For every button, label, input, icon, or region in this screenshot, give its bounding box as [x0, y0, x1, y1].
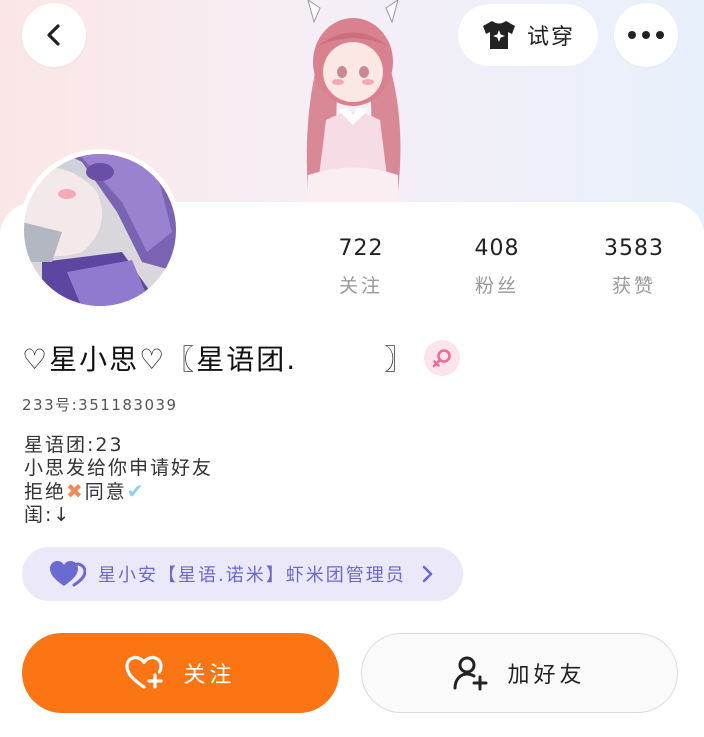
bio-line: 星语团:23: [24, 434, 124, 456]
chevron-left-icon: [47, 24, 60, 46]
female-symbol-icon: [433, 349, 452, 368]
profile-name-row: ♡星小思♡〖星语团. 〗: [22, 336, 461, 380]
check-mark-icon: ✔: [126, 479, 146, 503]
stat-following[interactable]: 722 关注: [306, 236, 416, 298]
gender-badge: [424, 340, 461, 376]
club-badge[interactable]: 星小安【星语.诺米】虾米团管理员: [22, 547, 463, 601]
follow-label: 关注: [183, 663, 236, 688]
stat-likes[interactable]: 3583 获赞: [579, 236, 689, 298]
bio-line: 小思发给你申请好友: [24, 457, 214, 479]
tshirt-sparkle-icon: [482, 21, 515, 49]
bio-reject-text: 拒绝: [24, 481, 67, 503]
bio: 星语团:23 小思发给你申请好友 拒绝✖同意✔ 闺:↓: [24, 434, 213, 527]
try-on-label: 试穿: [526, 25, 575, 50]
add-friend-button[interactable]: 加好友: [361, 633, 678, 713]
stat-likes-count: 3583: [604, 236, 664, 261]
heart-plus-icon: [125, 655, 164, 689]
stat-following-count: 722: [338, 236, 384, 261]
avatar[interactable]: [22, 152, 178, 308]
double-heart-icon: [50, 561, 86, 587]
follow-button[interactable]: 关注: [22, 633, 339, 713]
bio-accept-text: 同意: [84, 481, 127, 503]
more-dots-icon: [628, 31, 664, 39]
add-friend-label: 加好友: [507, 663, 586, 688]
back-button[interactable]: [22, 3, 86, 67]
bio-line: 拒绝✖同意✔: [24, 480, 213, 504]
try-on-button[interactable]: 试穿: [458, 4, 598, 66]
stat-fans-label: 粉丝: [474, 275, 519, 297]
user-id: 233号:351183039: [22, 396, 178, 414]
chevron-right-icon: [422, 565, 433, 583]
profile-name: ♡星小思♡〖星语团. 〗: [22, 343, 415, 376]
user-plus-icon: [453, 656, 488, 691]
stat-fans-count: 408: [474, 236, 520, 261]
stat-likes-label: 获赞: [611, 275, 656, 297]
avatar-image: [24, 154, 176, 306]
club-label: 星小安【星语.诺米】虾米团管理员: [98, 565, 406, 586]
stat-fans[interactable]: 408 粉丝: [442, 236, 552, 298]
cross-mark-icon: ✖: [66, 479, 85, 503]
bio-line: 闺:↓: [24, 504, 72, 526]
character-figure: [306, 0, 401, 205]
more-button[interactable]: [614, 3, 678, 67]
stat-following-label: 关注: [338, 275, 383, 297]
